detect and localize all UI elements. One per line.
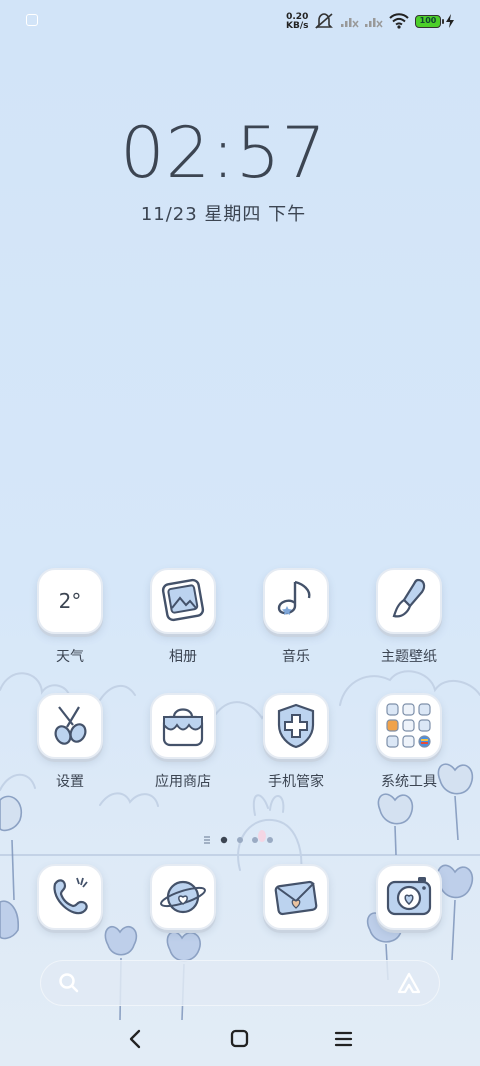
dock-phone[interactable] xyxy=(24,864,116,930)
page-dot[interactable] xyxy=(252,837,258,843)
weather-temperature: 2° xyxy=(58,589,82,613)
search-bar[interactable] xyxy=(40,960,440,1006)
cellular-signal-no-service-icon xyxy=(365,18,383,28)
silent-mode-icon xyxy=(315,13,333,29)
app-gallery[interactable]: 相册 xyxy=(137,568,229,666)
search-icon[interactable] xyxy=(58,972,80,994)
app-music[interactable]: 音乐 xyxy=(250,568,342,666)
clock-widget-date[interactable]: 11/23 星期四 下午 xyxy=(0,200,447,226)
wifi-icon xyxy=(389,13,409,29)
screenshot-notification-icon xyxy=(26,14,38,26)
page-indicator-list-icon xyxy=(204,836,210,844)
camera-icon[interactable] xyxy=(376,864,442,930)
music-icon[interactable] xyxy=(263,568,329,634)
gallery-icon[interactable] xyxy=(150,568,216,634)
app-label: 主题壁纸 xyxy=(381,649,437,665)
battery-icon: 100 xyxy=(415,15,444,28)
page-indicator[interactable] xyxy=(204,835,284,845)
phone-icon[interactable] xyxy=(37,864,103,930)
home-button[interactable] xyxy=(229,1028,251,1050)
app-weather[interactable]: 2° 天气 xyxy=(24,568,116,666)
page-dot[interactable] xyxy=(237,837,243,843)
app-label: 手机管家 xyxy=(268,774,324,790)
browser-planet-icon[interactable] xyxy=(150,864,216,930)
assistant-icon[interactable] xyxy=(396,971,422,995)
app-store-bag-icon[interactable] xyxy=(150,693,216,759)
settings-scissors-icon[interactable] xyxy=(37,693,103,759)
app-theme-wallpaper[interactable]: 主题壁纸 xyxy=(363,568,455,666)
app-store[interactable]: 应用商店 xyxy=(137,693,229,791)
app-settings[interactable]: 设置 xyxy=(24,693,116,791)
system-tools-folder-icon[interactable] xyxy=(376,693,442,759)
page-dot[interactable] xyxy=(267,837,273,843)
app-label: 相册 xyxy=(169,649,197,665)
page-dot-active[interactable] xyxy=(220,836,228,844)
cellular-signal-no-service-icon xyxy=(341,18,359,28)
battery-level: 100 xyxy=(419,16,437,25)
app-label: 天气 xyxy=(56,649,84,665)
dock-browser[interactable] xyxy=(137,864,229,930)
app-label: 应用商店 xyxy=(155,774,211,790)
theme-brush-icon[interactable] xyxy=(376,568,442,634)
network-speed: 0.20 KB/s xyxy=(286,13,308,31)
security-shield-icon[interactable] xyxy=(263,693,329,759)
network-speed-unit: KB/s xyxy=(286,21,309,31)
status-bar: 0.20 KB/s 100 xyxy=(0,0,480,44)
folder-system-tools[interactable]: 系统工具 xyxy=(363,693,455,791)
app-label: 音乐 xyxy=(282,649,310,665)
app-security[interactable]: 手机管家 xyxy=(250,693,342,791)
dock-messages[interactable] xyxy=(250,864,342,930)
app-label: 设置 xyxy=(56,774,84,790)
clock-widget-time[interactable]: 02:57 xyxy=(0,112,447,194)
recents-button[interactable] xyxy=(332,1028,356,1050)
messages-envelope-icon[interactable] xyxy=(263,864,329,930)
dock-camera[interactable] xyxy=(363,864,455,930)
weather-icon[interactable]: 2° xyxy=(37,568,103,634)
charging-icon xyxy=(446,14,454,28)
back-button[interactable] xyxy=(124,1028,148,1050)
app-label: 系统工具 xyxy=(381,774,437,790)
navigation-bar xyxy=(0,1012,480,1066)
